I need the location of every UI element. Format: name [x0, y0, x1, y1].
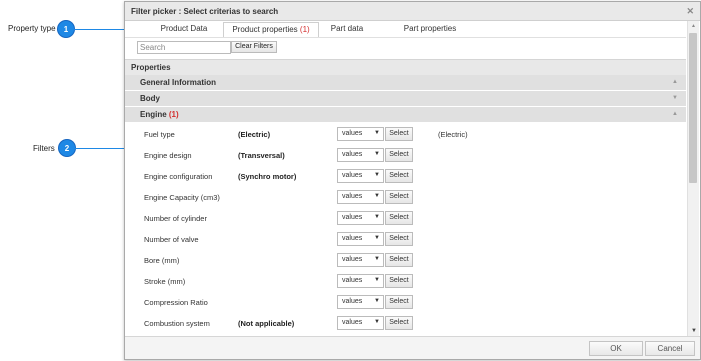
section-label: Body: [140, 94, 160, 103]
annotation-line-2: [75, 148, 124, 149]
values-dropdown[interactable]: values ▼: [337, 232, 384, 246]
dialog-footer: OK Cancel: [125, 336, 700, 359]
annotation-line-1: [74, 29, 124, 30]
annotation-label-property-type: Property type: [8, 24, 56, 33]
annotation-badge-2: 2: [59, 140, 75, 156]
filter-picker-dialog: Filter picker : Select criterias to sear…: [124, 1, 701, 360]
filter-row-combustion-system: Combustion system (Not applicable) value…: [125, 313, 686, 333]
tab-count-badge: (1): [299, 25, 310, 34]
select-button[interactable]: Select: [385, 148, 413, 162]
filter-name: Compression Ratio: [144, 298, 208, 307]
section-count-badge: (1): [168, 110, 179, 119]
tab-product-data[interactable]: Product Data: [149, 22, 219, 36]
tab-part-properties[interactable]: Part properties: [397, 22, 463, 36]
values-dropdown[interactable]: values ▼: [337, 190, 384, 204]
tab-label: Product Data: [160, 24, 208, 33]
scroll-thumb[interactable]: [689, 33, 697, 183]
cancel-button[interactable]: Cancel: [645, 341, 695, 356]
filter-row-stroke: Stroke (mm) values ▼ Select: [125, 271, 686, 291]
dropdown-caret-icon: ▼: [374, 256, 380, 262]
dropdown-caret-icon: ▼: [374, 172, 380, 178]
filter-row-compression-ratio: Compression Ratio values ▼ Select: [125, 292, 686, 312]
select-button[interactable]: Select: [385, 169, 413, 183]
filter-name: Number of cylinder: [144, 214, 207, 223]
filter-row-engine-capacity: Engine Capacity (cm3) values ▼ Select: [125, 187, 686, 207]
ok-button[interactable]: OK: [589, 341, 643, 356]
scroll-up-icon[interactable]: ▲: [691, 23, 696, 29]
section-label: General Information: [140, 78, 217, 87]
close-icon[interactable]: ✕: [686, 6, 694, 17]
filter-name: Stroke (mm): [144, 277, 186, 286]
clear-filters-button[interactable]: Clear Filters: [231, 41, 277, 53]
select-button[interactable]: Select: [385, 295, 413, 309]
properties-header-label: Properties: [131, 63, 171, 72]
tab-product-properties[interactable]: Product properties (1): [223, 22, 319, 37]
filter-name: Engine Capacity (cm3): [144, 193, 220, 202]
filter-value: (Not applicable): [238, 319, 295, 328]
values-dropdown[interactable]: values ▼: [337, 148, 384, 162]
values-dropdown[interactable]: values ▼: [337, 274, 384, 288]
annotation-label-filters: Filters: [33, 144, 55, 153]
values-dropdown[interactable]: values ▼: [337, 211, 384, 225]
select-button[interactable]: Select: [385, 127, 413, 141]
section-body[interactable]: Body ▼: [125, 91, 686, 107]
section-engine[interactable]: Engine (1) ▲: [125, 107, 686, 123]
dropdown-caret-icon: ▼: [374, 319, 380, 325]
collapse-arrow-icon: ▲: [672, 79, 678, 85]
values-dropdown[interactable]: values ▼: [337, 253, 384, 267]
scroll-down-icon[interactable]: ▼: [691, 328, 697, 334]
select-button[interactable]: Select: [385, 190, 413, 204]
values-dropdown[interactable]: values ▼: [337, 169, 384, 183]
filter-result: (Electric): [438, 130, 468, 139]
select-button[interactable]: Select: [385, 253, 413, 267]
section-general-information[interactable]: General Information ▲: [125, 75, 686, 91]
filter-name: Bore (mm): [144, 256, 180, 265]
dialog-titlebar: Filter picker : Select criterias to sear…: [125, 2, 700, 21]
filter-name: Combustion system: [144, 319, 210, 328]
filter-row-number-of-cylinder: Number of cylinder values ▼ Select: [125, 208, 686, 228]
values-dropdown[interactable]: values ▼: [337, 295, 384, 309]
dropdown-caret-icon: ▼: [374, 193, 380, 199]
filter-name: Fuel type: [144, 130, 175, 139]
tab-bar: Product Data Product properties (1) Part…: [125, 22, 686, 37]
tab-label: Part data: [330, 24, 364, 33]
filter-name: Engine configuration: [144, 172, 213, 181]
vertical-scrollbar[interactable]: ▲ ▼: [687, 21, 699, 336]
select-button[interactable]: Select: [385, 316, 413, 330]
annotation-badge-1: 1: [58, 21, 74, 37]
values-dropdown[interactable]: values ▼: [337, 316, 384, 330]
filter-name: Number of valve: [144, 235, 199, 244]
dropdown-caret-icon: ▼: [374, 130, 380, 136]
dropdown-caret-icon: ▼: [374, 298, 380, 304]
section-label: Engine (1): [140, 110, 179, 119]
tab-label: Product properties: [232, 25, 300, 34]
dropdown-caret-icon: ▼: [374, 277, 380, 283]
collapse-arrow-icon: ▲: [672, 111, 678, 117]
filter-row-fuel-type: Fuel type (Electric) values ▼ Select (Ele…: [125, 124, 686, 144]
filter-value: (Transversal): [238, 151, 285, 160]
dialog-title: Filter picker : Select criterias to sear…: [131, 7, 279, 16]
filter-row-engine-configuration: Engine configuration (Synchro motor) val…: [125, 166, 686, 186]
expand-arrow-icon: ▼: [672, 95, 678, 101]
filter-row-bore: Bore (mm) values ▼ Select: [125, 250, 686, 270]
filter-row-engine-design: Engine design (Transversal) values ▼ Sele…: [125, 145, 686, 165]
dropdown-caret-icon: ▼: [374, 151, 380, 157]
tab-label: Part properties: [403, 24, 457, 33]
select-button[interactable]: Select: [385, 211, 413, 225]
filter-value: (Electric): [238, 130, 271, 139]
filter-value: (Synchro motor): [238, 172, 297, 181]
tab-part-data[interactable]: Part data: [323, 22, 371, 36]
filter-row-number-of-valve: Number of valve values ▼ Select: [125, 229, 686, 249]
select-button[interactable]: Select: [385, 232, 413, 246]
dropdown-caret-icon: ▼: [374, 214, 380, 220]
select-button[interactable]: Select: [385, 274, 413, 288]
filter-name: Engine design: [144, 151, 192, 160]
dropdown-caret-icon: ▼: [374, 235, 380, 241]
properties-header: Properties: [125, 59, 686, 76]
values-dropdown[interactable]: values ▼: [337, 127, 384, 141]
search-toolbar: Clear Filters: [125, 37, 686, 56]
search-input[interactable]: [137, 41, 231, 54]
